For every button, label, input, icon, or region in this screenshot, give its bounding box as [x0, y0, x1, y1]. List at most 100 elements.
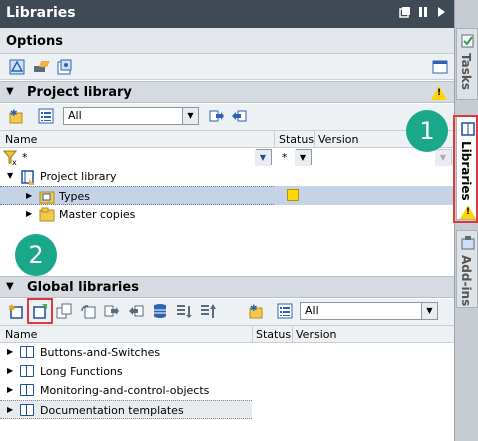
types-folder-icon: [39, 189, 55, 205]
collapsed-triangle-icon[interactable]: ▶: [7, 347, 13, 356]
tree-label: Master copies: [59, 208, 136, 221]
collapsed-triangle-icon[interactable]: ▶: [7, 385, 13, 394]
window-layout-icon[interactable]: [432, 59, 448, 75]
project-library-title: Project library: [27, 85, 132, 100]
options-header[interactable]: Options: [0, 28, 454, 54]
callout-2: 2: [15, 234, 57, 276]
list-view-icon[interactable]: [277, 303, 293, 319]
filter-value: All: [68, 109, 82, 122]
export-arrow-icon[interactable]: [209, 108, 225, 124]
tree-row-master-copies[interactable]: ▶ Master copies: [0, 205, 454, 224]
library-label: Long Functions: [40, 365, 123, 378]
dropdown-arrow-icon: ▼: [255, 150, 271, 166]
import-arrow-icon[interactable]: [231, 108, 247, 124]
status-indicator-icon: [287, 189, 299, 201]
project-library-header[interactable]: ▼ Project library !: [0, 81, 454, 103]
status-filter-dropdown[interactable]: ▼: [295, 149, 312, 166]
tab-label: Tasks: [459, 53, 473, 91]
create-library-icon[interactable]: ✱: [8, 303, 24, 319]
global-libraries-header[interactable]: ▼ Global libraries: [0, 276, 454, 298]
highlight-box-open-library: [27, 298, 53, 324]
library-properties-icon[interactable]: [57, 59, 73, 75]
add-ins-icon: [460, 235, 476, 251]
collapsed-triangle-icon[interactable]: ▶: [26, 209, 32, 218]
collapsed-triangle-icon[interactable]: ▶: [26, 191, 32, 200]
float-window-icon[interactable]: [398, 6, 412, 20]
window-title-bar: Libraries: [0, 0, 454, 28]
expanded-triangle-icon[interactable]: ▼: [7, 171, 13, 180]
dropdown-arrow-icon: ▼: [295, 150, 311, 166]
warning-icon: !: [431, 86, 447, 100]
update-library-icon[interactable]: [80, 303, 96, 319]
sort-up-icon[interactable]: [200, 303, 216, 319]
column-version[interactable]: Version: [296, 328, 336, 341]
highlight-box-libraries-tab: [453, 115, 478, 223]
svg-text:✱: ✱: [8, 304, 16, 314]
types-status-cell: [274, 186, 454, 205]
name-filter-dropdown[interactable]: ▼: [255, 149, 272, 166]
column-version[interactable]: Version: [318, 133, 358, 146]
collapse-pane-icon[interactable]: [434, 6, 448, 20]
collapse-triangle-icon[interactable]: ▼: [6, 86, 14, 97]
pane-splitter[interactable]: [0, 226, 454, 276]
library-label: Buttons-and-Switches: [40, 346, 161, 359]
database-icon[interactable]: [152, 303, 168, 319]
master-copies-folder-icon: [39, 207, 55, 223]
options-toolbar: [0, 54, 454, 80]
column-name[interactable]: Name: [5, 133, 37, 146]
library-management-icon[interactable]: [33, 59, 50, 75]
export-arrow-icon[interactable]: [104, 303, 120, 319]
global-libraries-filter-select[interactable]: All ▼: [300, 302, 438, 320]
dropdown-arrow-icon[interactable]: ▼: [182, 108, 198, 124]
column-status[interactable]: Status: [279, 133, 314, 146]
window-title: Libraries: [6, 5, 76, 21]
library-book-icon: [20, 384, 34, 396]
svg-text:✱: ✱: [10, 109, 18, 119]
tree-label: Types: [59, 190, 90, 203]
global-library-row[interactable]: ▶ Buttons-and-Switches: [0, 343, 454, 362]
save-library-icon[interactable]: [56, 303, 72, 319]
status-filter-value[interactable]: *: [282, 151, 288, 164]
global-library-row[interactable]: ▶ Monitoring-and-control-objects: [0, 381, 454, 400]
sort-down-icon[interactable]: [176, 303, 192, 319]
version-filter-dropdown[interactable]: ▼: [435, 149, 452, 166]
dropdown-arrow-icon: ▼: [435, 150, 451, 166]
project-library-filter-select[interactable]: All ▼: [63, 107, 199, 125]
global-libraries-column-header: Name Status Version: [0, 325, 454, 343]
list-view-icon[interactable]: [38, 108, 54, 124]
dropdown-arrow-icon[interactable]: ▼: [421, 303, 437, 319]
library-view-icon[interactable]: [9, 59, 25, 75]
filter-row: x * ▼ * ▼ ▼: [0, 148, 454, 167]
name-filter-value[interactable]: *: [22, 151, 28, 164]
open-folder-star-icon[interactable]: ✱: [8, 108, 24, 124]
project-library-toolbar: ✱ All ▼: [0, 104, 454, 130]
tab-tasks[interactable]: Tasks: [456, 28, 478, 100]
svg-text:x: x: [12, 158, 17, 166]
global-library-row-selected[interactable]: ▶ Documentation templates: [0, 400, 252, 419]
library-book-icon: [20, 346, 34, 358]
tasks-icon: [460, 33, 476, 49]
library-label: Documentation templates: [40, 404, 184, 417]
global-libraries-title: Global libraries: [27, 280, 139, 295]
import-arrow-icon[interactable]: [128, 303, 144, 319]
global-libraries-toolbar: ✱ ✱ All ▼: [0, 299, 454, 325]
filter-icon[interactable]: x: [2, 150, 19, 167]
open-folder-star-icon[interactable]: ✱: [248, 303, 264, 319]
library-book-icon: [20, 404, 34, 416]
global-library-row[interactable]: ▶ Long Functions: [0, 362, 454, 381]
tree-row-project-library[interactable]: ▼ Project library: [0, 167, 454, 186]
collapse-triangle-icon[interactable]: ▼: [6, 281, 14, 292]
minimize-pane-icon[interactable]: [416, 6, 430, 20]
column-status[interactable]: Status: [256, 328, 291, 341]
collapsed-triangle-icon[interactable]: ▶: [7, 366, 13, 375]
collapsed-triangle-icon[interactable]: ▶: [7, 405, 13, 414]
library-book-icon: [20, 169, 36, 185]
tree-row-types[interactable]: ▶ Types: [0, 186, 274, 205]
column-name[interactable]: Name: [5, 328, 37, 341]
svg-text:✱: ✱: [250, 304, 258, 314]
filter-value: All: [305, 304, 319, 317]
library-label: Monitoring-and-control-objects: [40, 384, 210, 397]
library-book-icon: [20, 365, 34, 377]
project-library-column-header: Name Status Version: [0, 130, 454, 148]
tab-add-ins[interactable]: Add-ins: [456, 230, 478, 308]
